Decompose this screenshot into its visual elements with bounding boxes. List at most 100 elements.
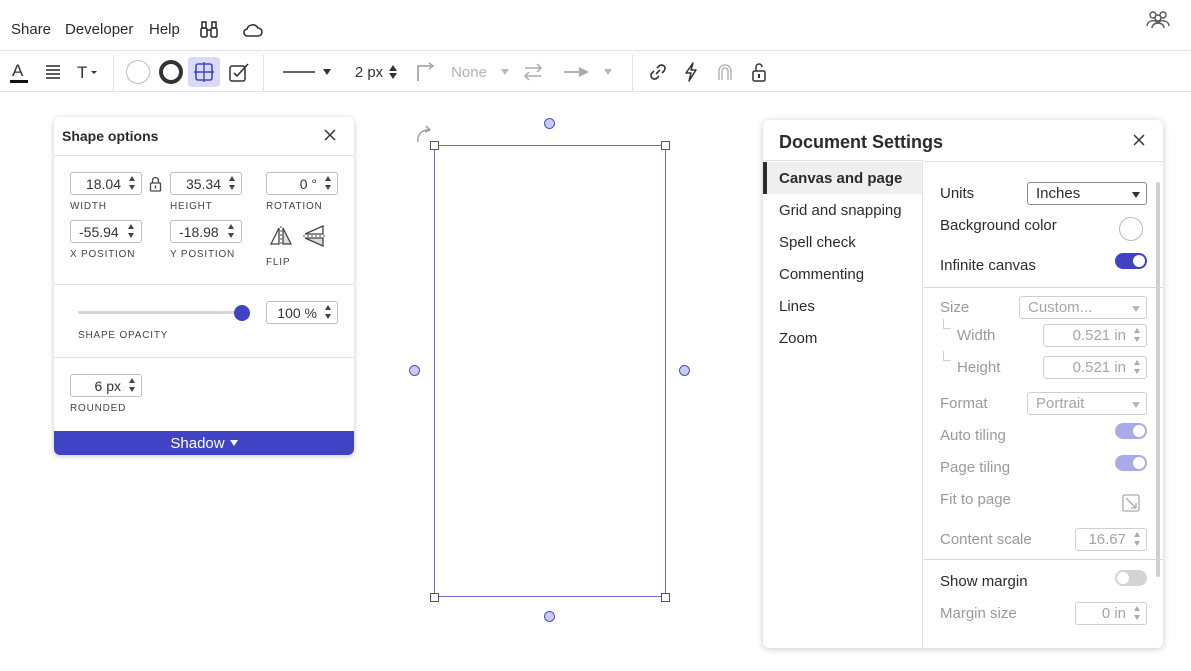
connection-point-left[interactable]	[409, 365, 420, 376]
page-width-field[interactable]: 0.521 in	[1043, 324, 1147, 347]
start-arrow-select[interactable]: None	[450, 59, 510, 85]
infinite-canvas-toggle[interactable]	[1115, 253, 1147, 269]
align-button[interactable]	[42, 59, 64, 85]
line-color-button[interactable]	[158, 59, 184, 85]
scrollbar[interactable]	[1156, 182, 1160, 577]
page-tiling-label: Page tiling	[940, 459, 1011, 476]
panel-title: Shape options	[62, 128, 159, 144]
opacity-caption: SHAPE OPACITY	[78, 330, 169, 341]
magnet-button[interactable]	[714, 59, 736, 85]
x-position-caption: X POSITION	[70, 249, 136, 260]
chevron-down-icon	[229, 440, 238, 446]
auto-tiling-label: Auto tiling	[940, 427, 1006, 444]
settings-nav: Canvas and page Grid and snapping Spell …	[763, 160, 923, 648]
content-scale-label: Content scale	[940, 531, 1032, 548]
resize-handle-top-right[interactable]	[661, 141, 670, 150]
text-size-button[interactable]: T	[76, 59, 100, 85]
stroke-circle-icon	[159, 60, 183, 84]
show-margin-toggle[interactable]	[1115, 570, 1147, 586]
close-icon[interactable]	[323, 128, 337, 142]
nav-zoom[interactable]: Zoom	[763, 322, 922, 354]
opacity-slider-thumb[interactable]	[234, 305, 250, 321]
users-icon[interactable]	[1145, 9, 1171, 29]
y-position-field[interactable]: -18.98	[170, 220, 242, 243]
x-position-field[interactable]: -55.94	[70, 220, 142, 243]
rounded-caption: ROUNDED	[70, 403, 127, 414]
stepper-arrows-icon	[389, 65, 398, 79]
page-height-field[interactable]: 0.521 in	[1043, 356, 1147, 379]
units-select[interactable]: Inches	[1027, 182, 1147, 205]
binoculars-icon[interactable]	[198, 19, 220, 41]
line-width-stepper[interactable]: 2 px	[352, 59, 400, 85]
connection-point-bottom[interactable]	[544, 611, 555, 622]
nav-spell-check[interactable]: Spell check	[763, 226, 922, 258]
resize-handle-bottom-left[interactable]	[430, 593, 439, 602]
height-caption: HEIGHT	[170, 201, 213, 212]
nav-grid-and-snapping[interactable]: Grid and snapping	[763, 194, 922, 226]
line-style-select[interactable]	[283, 59, 331, 85]
start-arrow-value: None	[451, 63, 487, 81]
background-color-label: Background color	[940, 217, 1057, 234]
nav-canvas-and-page[interactable]: Canvas and page	[763, 162, 922, 194]
height-label: Height	[957, 359, 1001, 376]
connection-point-top[interactable]	[544, 118, 555, 129]
page-tiling-toggle[interactable]	[1115, 455, 1147, 471]
container-button[interactable]	[188, 57, 220, 87]
swap-arrows-icon	[523, 63, 543, 81]
end-arrow-select[interactable]	[560, 59, 616, 85]
shape-options-panel: Shape options 18.04 35.34 0 ° WIDTH HEIG…	[54, 117, 354, 455]
link-button[interactable]	[646, 59, 670, 85]
menu-help[interactable]: Help	[149, 21, 180, 38]
close-icon[interactable]	[1132, 133, 1146, 147]
y-position-caption: Y POSITION	[170, 249, 236, 260]
margin-size-label: Margin size	[940, 605, 1017, 622]
format-label: Format	[940, 395, 988, 412]
opacity-field[interactable]: 100 %	[266, 301, 338, 324]
menu-share[interactable]: Share	[11, 21, 51, 38]
selected-rectangle-shape[interactable]	[434, 145, 666, 597]
opacity-slider-track[interactable]	[78, 311, 242, 314]
width-field[interactable]: 18.04	[70, 172, 142, 195]
connection-point-right[interactable]	[679, 365, 690, 376]
rotation-field[interactable]: 0 °	[266, 172, 338, 195]
style-button[interactable]	[227, 59, 251, 85]
lightning-icon	[685, 62, 697, 82]
shadow-button[interactable]: Shadow	[54, 431, 354, 455]
format-select[interactable]: Portrait	[1027, 392, 1147, 415]
toolbar: A T 2 px None	[0, 51, 1191, 92]
flip-vertical-icon[interactable]	[303, 224, 325, 248]
menu-developer[interactable]: Developer	[65, 21, 133, 38]
margin-size-field[interactable]: 0 in	[1075, 602, 1147, 625]
text-color-button[interactable]: A	[8, 59, 30, 85]
arrow-end-icon	[564, 67, 589, 77]
rounded-field[interactable]: 6 px	[70, 374, 142, 397]
background-color-swatch[interactable]	[1119, 217, 1143, 241]
fit-to-page-icon[interactable]	[1122, 494, 1140, 512]
nav-commenting[interactable]: Commenting	[763, 258, 922, 290]
magnet-icon	[718, 64, 732, 80]
settings-content: Units Inches Background color Infinite c…	[924, 161, 1163, 648]
lock-button[interactable]	[748, 59, 770, 85]
cloud-icon[interactable]	[242, 19, 264, 41]
elbow-line-icon	[417, 62, 435, 81]
auto-tiling-toggle[interactable]	[1115, 423, 1147, 439]
lock-open-icon	[752, 63, 766, 82]
fit-to-page-label: Fit to page	[940, 491, 1011, 508]
lock-aspect-icon[interactable]	[149, 176, 162, 192]
flip-caption: FLIP	[266, 257, 291, 268]
size-select[interactable]: Custom...	[1019, 296, 1147, 319]
content-scale-field[interactable]: 16.67	[1075, 528, 1147, 551]
size-label: Size	[940, 299, 970, 316]
line-routing-button[interactable]	[412, 59, 438, 85]
flip-horizontal-icon[interactable]	[269, 226, 293, 246]
action-button[interactable]	[680, 59, 702, 85]
fill-color-button[interactable]	[125, 59, 151, 85]
resize-handle-bottom-right[interactable]	[661, 593, 670, 602]
nav-lines[interactable]: Lines	[763, 290, 922, 322]
frame-select-icon	[194, 62, 214, 82]
svg-text:A: A	[12, 61, 24, 80]
swap-arrows-button[interactable]	[521, 59, 545, 85]
resize-handle-top-left[interactable]	[430, 141, 439, 150]
text-color-icon: A	[10, 61, 28, 83]
height-field[interactable]: 35.34	[170, 172, 242, 195]
